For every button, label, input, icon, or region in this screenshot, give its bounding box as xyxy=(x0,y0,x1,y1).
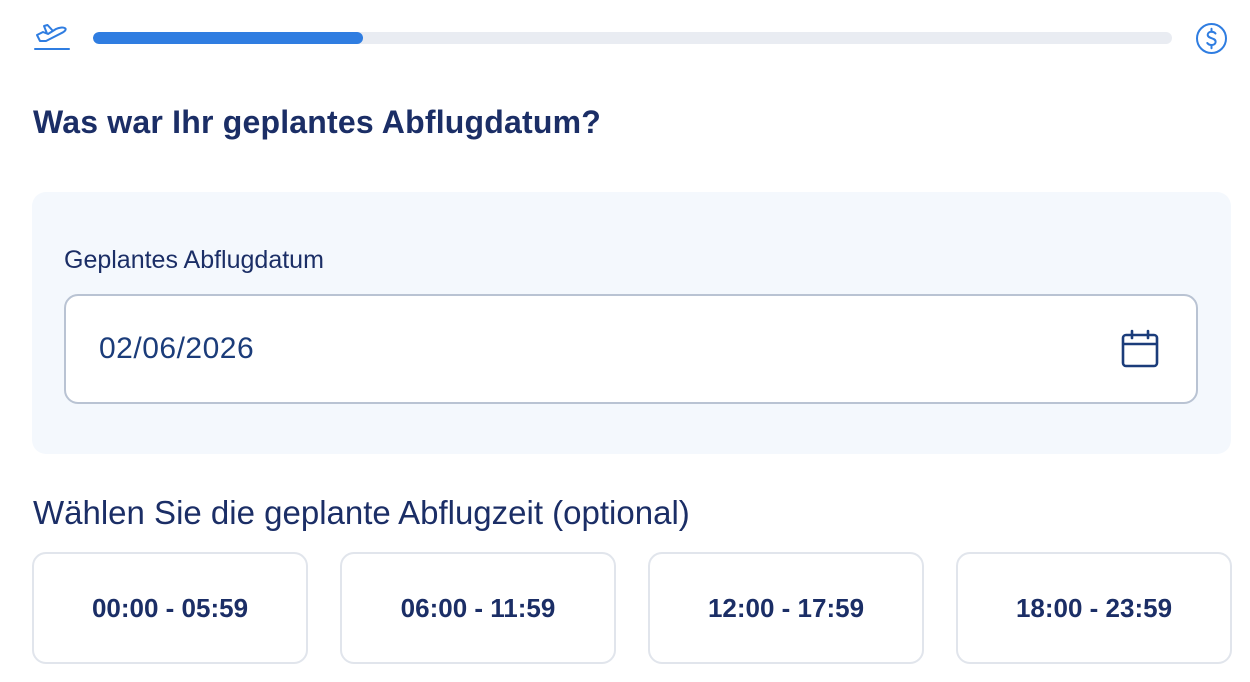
time-options: 00:00 - 05:59 06:00 - 11:59 12:00 - 17:5… xyxy=(32,552,1232,664)
calendar-icon[interactable] xyxy=(1120,329,1160,369)
plane-takeoff-icon xyxy=(34,24,70,50)
progress-bar-fill xyxy=(93,32,363,44)
dollar-circle-icon xyxy=(1196,23,1227,54)
progress-bar xyxy=(93,32,1172,44)
date-field-label: Geplantes Abflugdatum xyxy=(64,246,324,274)
progress-header xyxy=(32,18,1232,58)
date-card: Geplantes Abflugdatum 02/06/2026 xyxy=(32,192,1231,454)
date-field-value: 02/06/2026 xyxy=(99,332,255,365)
time-option-0600-1159[interactable]: 06:00 - 11:59 xyxy=(340,552,616,664)
time-option-0000-0559[interactable]: 00:00 - 05:59 xyxy=(32,552,308,664)
departure-date-input[interactable]: 02/06/2026 xyxy=(64,294,1198,404)
time-section-heading: Wählen Sie die geplante Abflugzeit (opti… xyxy=(33,494,690,531)
time-option-1200-1759[interactable]: 12:00 - 17:59 xyxy=(648,552,924,664)
time-option-1800-2359[interactable]: 18:00 - 23:59 xyxy=(956,552,1232,664)
page-title: Was war Ihr geplantes Abflugdatum? xyxy=(33,104,602,140)
